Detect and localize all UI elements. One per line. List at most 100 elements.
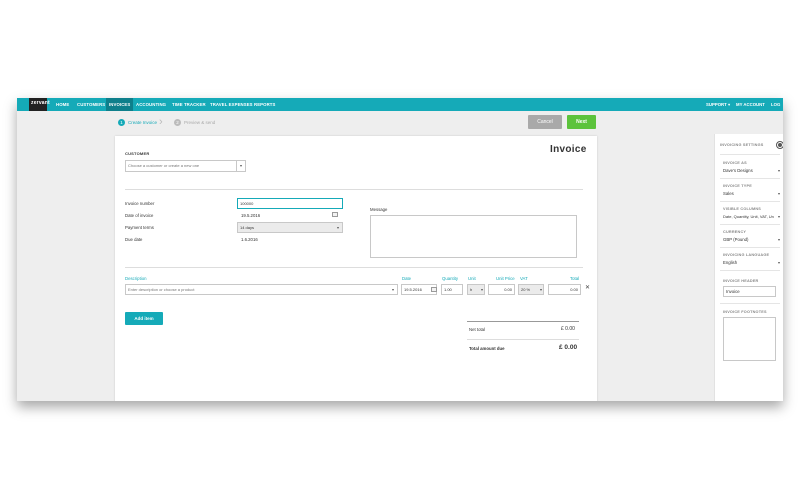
chevron-down-icon: ▾: [777, 214, 780, 219]
step-1-label[interactable]: Create Invoice: [128, 120, 157, 125]
settings-divider: [720, 178, 780, 179]
date-label: Date of invoice: [125, 213, 154, 218]
col-unit-price: Unit Price: [496, 276, 515, 281]
total-due-value: £ 0.00: [559, 344, 578, 351]
step-2-label[interactable]: Preview & send: [184, 120, 215, 125]
nav-time-tracker[interactable]: TIME TRACKER: [169, 98, 209, 111]
item-date-value: 19.5.2016: [404, 287, 422, 292]
step-1-circle: 1: [118, 119, 125, 126]
invoicing-language-label: INVOICING LANGUAGE: [723, 253, 770, 257]
nav-support[interactable]: SUPPORT ▾: [706, 98, 730, 111]
settings-divider: [720, 224, 780, 225]
section-divider: [125, 267, 583, 268]
nav-home[interactable]: HOME: [53, 98, 72, 111]
item-vat-select[interactable]: 20 % ▾: [518, 284, 544, 295]
message-textarea[interactable]: [370, 215, 577, 258]
step-bar: 1 Create Invoice › 2 Preview & send: [17, 111, 783, 134]
chevron-down-icon: ▾: [777, 168, 780, 173]
col-description: Description: [125, 276, 147, 281]
invoice-as-select[interactable]: Dave's Designs: [723, 168, 753, 173]
col-unit: Unit: [468, 276, 476, 281]
col-date: Date: [402, 276, 412, 281]
invoicing-language-select[interactable]: English: [723, 260, 737, 265]
chevron-down-icon: ▾: [236, 161, 245, 171]
currency-select[interactable]: GBP (Pound): [723, 237, 748, 242]
app-window: zervant HOME CUSTOMERS INVOICES ACCOUNTI…: [17, 98, 783, 401]
add-item-button[interactable]: Add item: [125, 312, 163, 325]
item-total-input[interactable]: 0.00: [548, 284, 581, 295]
cancel-button[interactable]: Cancel: [528, 115, 562, 129]
chevron-down-icon: ▾: [777, 237, 780, 242]
settings-divider: [720, 201, 780, 202]
invoicing-settings-panel: INVOICING SETTINGS INVOICE AS Dave's Des…: [714, 134, 783, 401]
invoice-as-label: INVOICE AS: [723, 161, 747, 165]
nav-invoices[interactable]: INVOICES: [106, 98, 134, 111]
chevron-down-icon: ▾: [777, 260, 780, 265]
totals-divider: [467, 321, 579, 322]
chevron-down-icon: ▾: [480, 287, 483, 292]
chevron-down-icon: ▾: [727, 102, 731, 107]
item-quantity-input[interactable]: 1.00: [441, 284, 463, 295]
chevron-down-icon: ▾: [539, 287, 542, 292]
invoice-title: Invoice: [550, 144, 587, 155]
customer-label: CUSTOMER: [125, 151, 150, 156]
item-unit-price-input[interactable]: 0.00: [488, 284, 515, 295]
nav-my-account[interactable]: MY ACCOUNT: [736, 98, 765, 111]
col-total: Total: [570, 276, 580, 281]
calendar-icon[interactable]: [431, 287, 437, 292]
settings-divider: [720, 247, 780, 248]
total-due-label: Total amount due: [469, 346, 505, 351]
item-unit-select[interactable]: h ▾: [467, 284, 485, 295]
col-quantity: Quantity: [442, 276, 459, 281]
chevron-down-icon: ▾: [391, 287, 394, 292]
payment-terms-select[interactable]: 14 days ▾: [237, 222, 343, 233]
calendar-icon[interactable]: [332, 212, 338, 217]
invoice-number-input[interactable]: 100000: [237, 198, 343, 209]
next-button[interactable]: Next: [567, 115, 596, 129]
nav-travel-expenses[interactable]: TRAVEL EXPENSES: [207, 98, 256, 111]
invoice-paper: Invoice CUSTOMER Choose a customer or cr…: [115, 136, 597, 401]
invoice-number-label: Invoice number: [125, 201, 155, 206]
due-date-label: Due date: [125, 237, 143, 242]
gear-icon[interactable]: [777, 142, 783, 148]
visible-columns-label: VISIBLE COLUMNS: [723, 207, 762, 211]
step-2-circle: 2: [174, 119, 181, 126]
payment-terms-label: Payment terms: [125, 225, 154, 230]
settings-title: INVOICING SETTINGS: [720, 143, 764, 147]
invoice-footnotes-label: INVOICE FOOTNOTES: [723, 310, 767, 314]
item-description-input[interactable]: Enter description or choose a product ▾: [125, 284, 398, 295]
net-total-label: Net total: [469, 327, 486, 332]
visible-columns-select[interactable]: Date, Quantity, Unit, VAT, Un: [723, 214, 778, 219]
nav-customers[interactable]: CUSTOMERS: [74, 98, 108, 111]
chevron-down-icon: ▾: [336, 225, 339, 230]
message-label: Message: [370, 207, 388, 212]
nav-logout[interactable]: LOG: [771, 98, 780, 111]
nav-accounting[interactable]: ACCOUNTING: [133, 98, 169, 111]
chevron-down-icon: ▾: [777, 191, 780, 196]
customer-select[interactable]: Choose a customer or create a new one ▾: [125, 160, 246, 172]
invoice-header-input[interactable]: Invoice: [723, 286, 776, 297]
settings-divider: [720, 303, 780, 304]
section-divider: [125, 189, 583, 190]
payment-terms-value: 14 days: [240, 225, 255, 230]
date-input[interactable]: 19.5.2016: [241, 213, 260, 218]
invoice-type-label: INVOICE TYPE: [723, 184, 752, 188]
totals-divider: [467, 339, 579, 340]
nav-reports[interactable]: REPORTS: [251, 98, 278, 111]
invoice-header-label: INVOICE HEADER: [723, 279, 759, 283]
due-date-value: 1.6.2016: [241, 237, 258, 242]
invoice-type-select[interactable]: Sales: [723, 191, 734, 196]
settings-divider: [720, 154, 780, 155]
logo-text: zervant: [31, 100, 50, 106]
item-description-placeholder: Enter description or choose a product: [128, 287, 195, 292]
nav-support-label: SUPPORT: [706, 102, 727, 107]
item-unit-value: h: [470, 287, 473, 292]
chevron-right-icon: ›: [159, 116, 163, 128]
zervant-logo[interactable]: zervant: [29, 98, 50, 115]
item-vat-value: 20 %: [521, 287, 531, 292]
col-vat: VAT: [520, 276, 528, 281]
remove-item-icon[interactable]: ✕: [585, 284, 590, 291]
net-total-value: £ 0.00: [561, 326, 575, 332]
currency-label: CURRENCY: [723, 230, 747, 234]
invoice-footnotes-textarea[interactable]: [723, 317, 776, 361]
